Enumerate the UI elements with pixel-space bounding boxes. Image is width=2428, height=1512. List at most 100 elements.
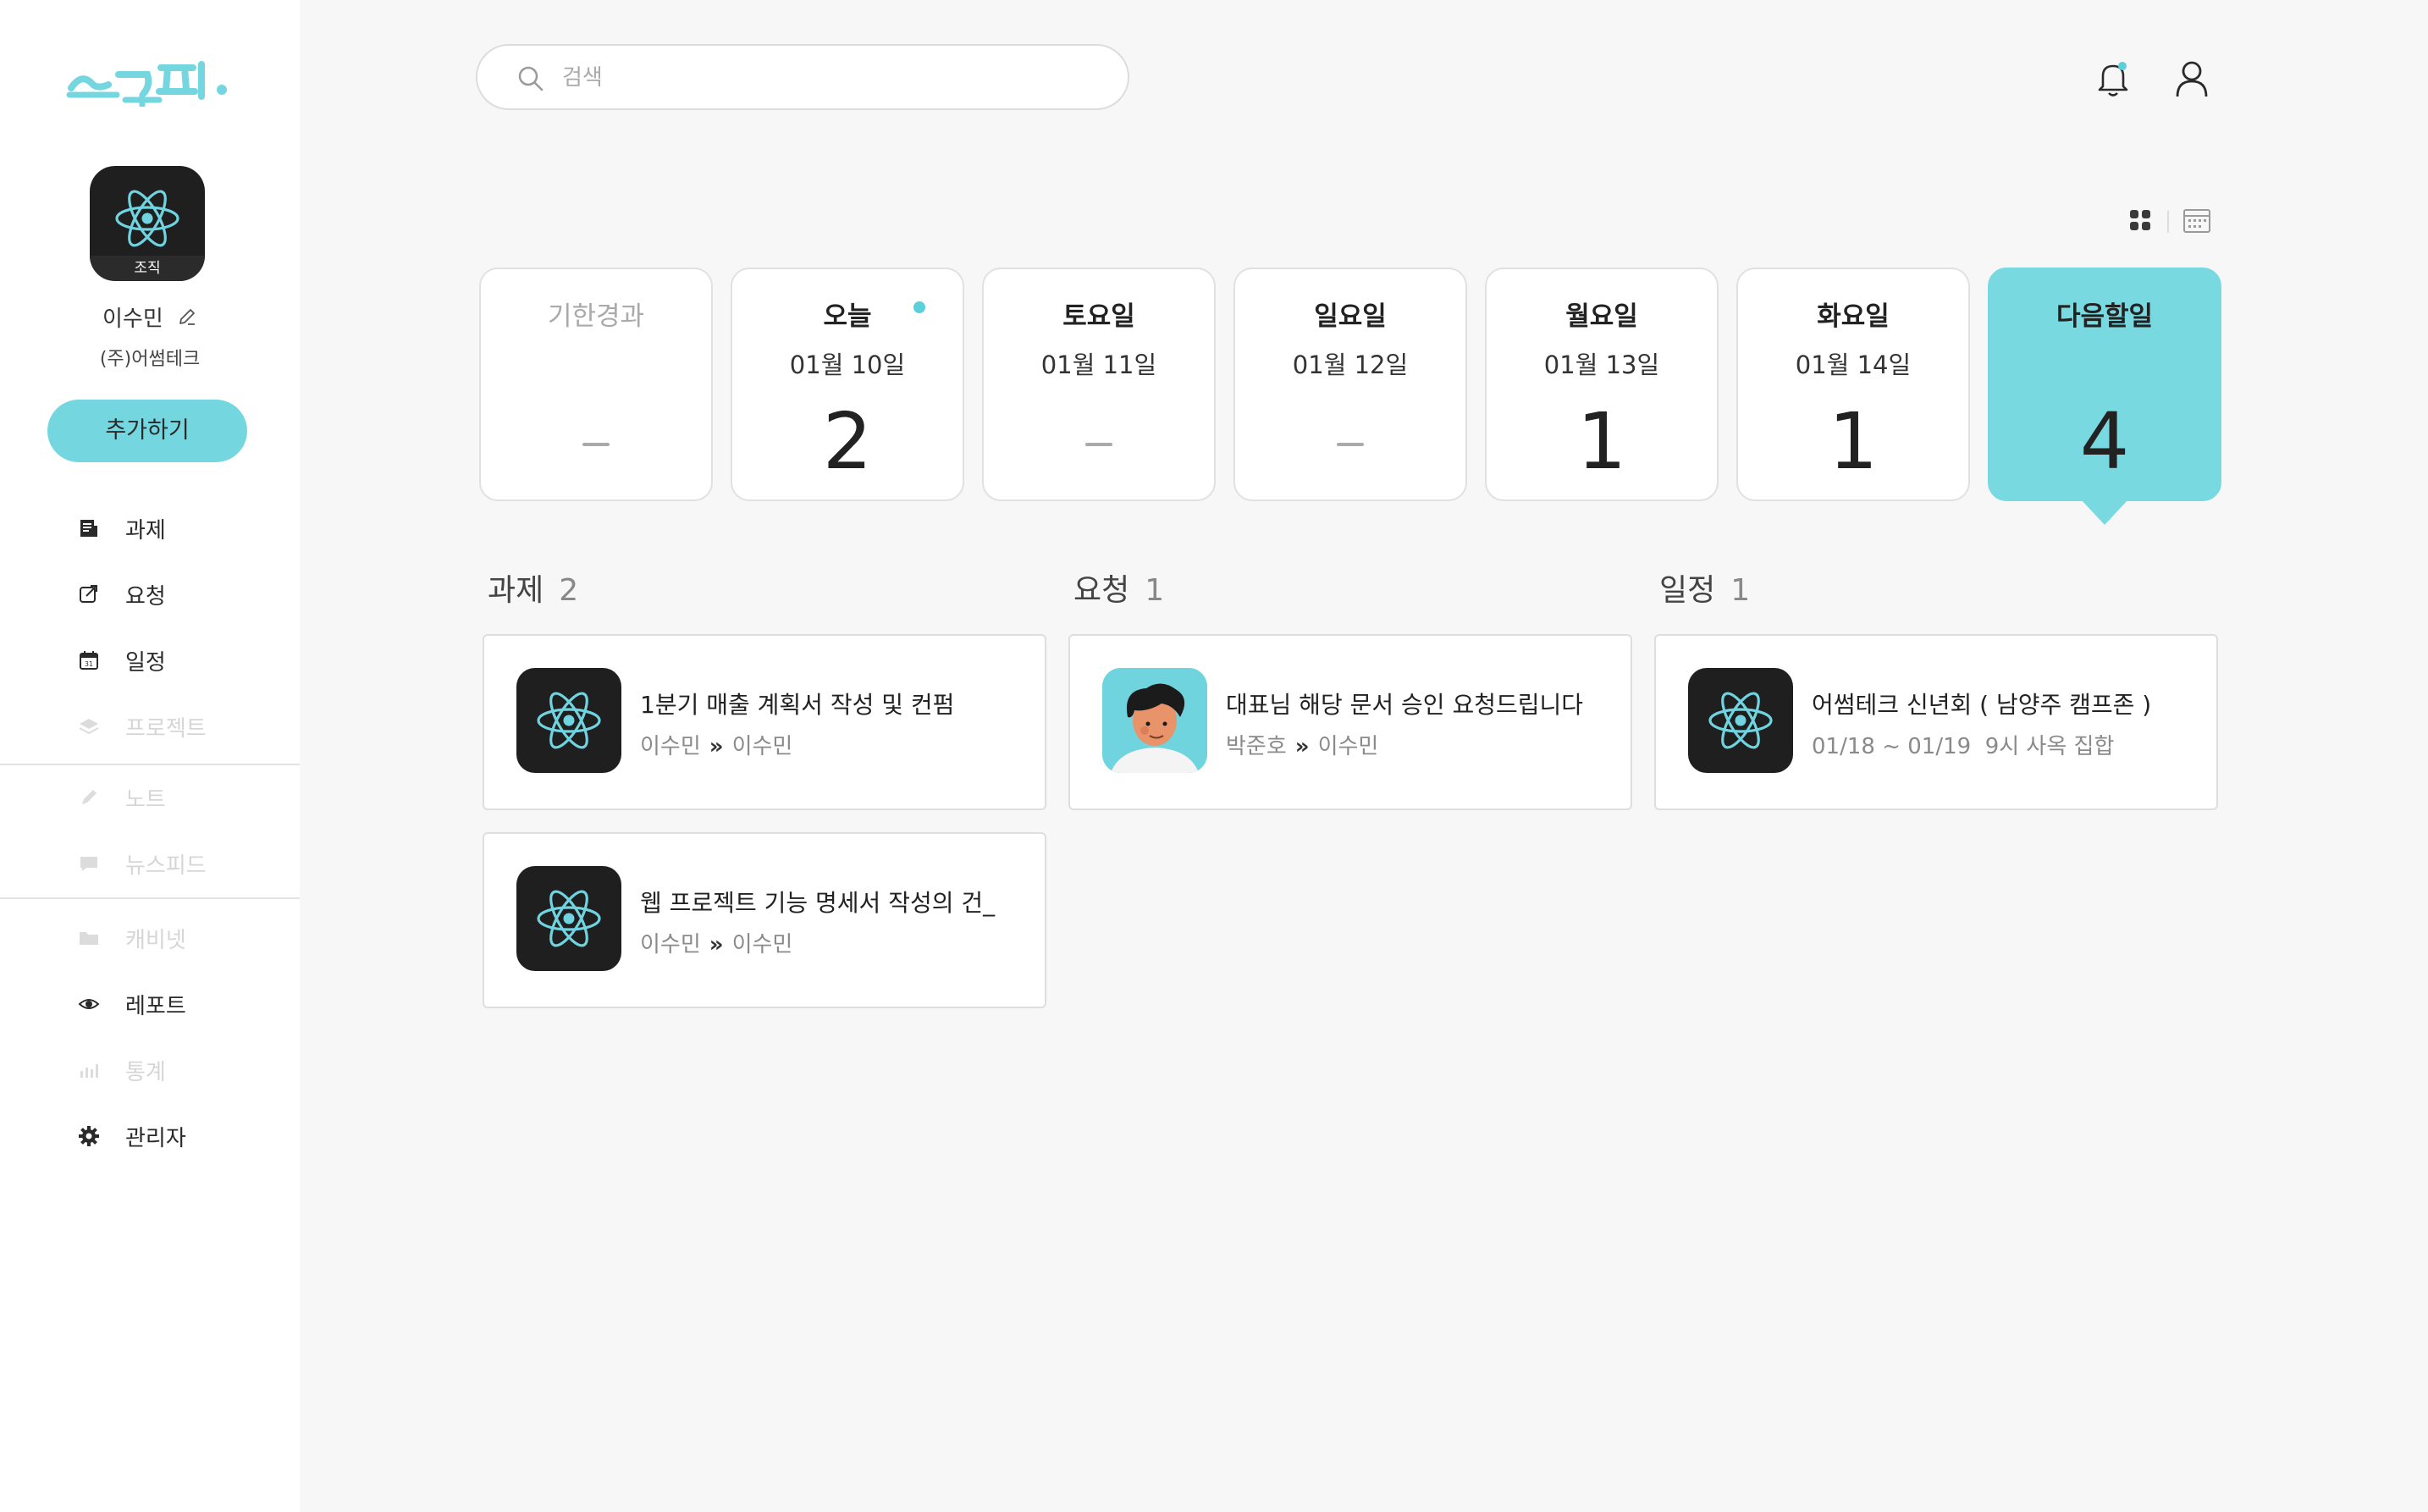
eye-icon — [76, 991, 102, 1017]
sidebar-item-stats[interactable]: 통계 — [76, 1053, 166, 1087]
pen-icon — [76, 785, 102, 810]
schedule-card[interactable]: 어썸테크 신년회 ( 남양주 캠프존 ) 01/18 ~ 01/19 9시 사옥… — [1654, 634, 2218, 810]
request-card[interactable]: 대표님 해당 문서 승인 요청드립니다 박준호 » 이수민 — [1068, 634, 1632, 810]
day-card-monday[interactable]: 월요일 01월 13일 1 — [1485, 268, 1719, 501]
sidebar: 조직 이수민 (주)어썸테크 추가하기 과제 요청 31 일정 프로젝트 노트 … — [0, 0, 300, 1512]
sidebar-item-label: 노트 — [125, 786, 166, 813]
user-name-text: 이수민 — [102, 306, 163, 332]
search-icon — [516, 64, 545, 97]
section-count: 1 — [1145, 573, 1165, 608]
sidebar-item-label: 일정 — [125, 649, 166, 676]
requester: 박준호 — [1226, 734, 1287, 759]
day-count: 2 — [822, 396, 873, 487]
calendar-view-icon[interactable] — [2182, 207, 2211, 237]
section-header-tasks: 과제 2 — [488, 566, 578, 610]
sidebar-item-label: 과제 — [125, 517, 166, 544]
day-date: 01월 11일 — [1040, 350, 1157, 379]
user-name: 이수민 — [0, 301, 300, 333]
add-button[interactable]: 추가하기 — [47, 400, 247, 462]
empty-dash — [1085, 443, 1112, 446]
sidebar-item-schedule[interactable]: 31 일정 — [76, 643, 166, 677]
sidebar-item-label: 요청 — [125, 583, 166, 610]
section-label: 과제 — [488, 573, 544, 608]
task-card[interactable]: 웹 프로젝트 기능 명세서 작성의 건_ 이수민 » 이수민 — [483, 832, 1046, 1008]
toggle-separator — [2167, 211, 2169, 233]
bell-icon[interactable] — [2094, 59, 2132, 102]
project-thumbnail — [1688, 668, 1793, 773]
day-name: 토요일 — [1062, 301, 1135, 332]
recipient: 이수민 — [1317, 734, 1379, 759]
empty-dash — [582, 443, 610, 446]
react-icon — [115, 190, 179, 247]
search-input[interactable] — [562, 61, 1070, 95]
folder-icon — [76, 925, 102, 951]
assignee: 이수민 — [731, 932, 793, 957]
today-indicator-dot — [913, 301, 925, 313]
arrow-separator: » — [709, 932, 724, 957]
org-tag: 조직 — [90, 256, 205, 281]
event-date-range: 01/18 ~ 01/19 — [1812, 734, 1972, 759]
sidebar-item-label: 통계 — [125, 1059, 166, 1085]
sidebar-item-tasks[interactable]: 과제 — [76, 511, 166, 545]
sidebar-item-projects[interactable]: 프로젝트 — [76, 709, 207, 743]
day-date: 01월 12일 — [1292, 350, 1409, 379]
assignee: 이수민 — [731, 734, 793, 759]
card-title: 1분기 매출 계획서 작성 및 컨펌 — [640, 691, 955, 719]
day-card-next[interactable]: 다음할일 4 — [1988, 268, 2221, 525]
card-title: 대표님 해당 문서 승인 요청드립니다 — [1226, 691, 1584, 719]
sidebar-item-label: 프로젝트 — [125, 715, 207, 742]
card-assignees: 이수민 » 이수민 — [640, 729, 792, 760]
sidebar-item-label: 레포트 — [125, 993, 186, 1019]
sidebar-item-report[interactable]: 레포트 — [76, 987, 186, 1021]
day-name: 오늘 — [823, 301, 872, 332]
card-title: 어썸테크 신년회 ( 남양주 캠프존 ) — [1812, 691, 2152, 719]
active-pointer — [2081, 499, 2128, 525]
project-thumbnail — [516, 866, 621, 971]
card-assignees: 박준호 » 이수민 — [1226, 729, 1378, 760]
day-card-tuesday[interactable]: 화요일 01월 14일 1 — [1736, 268, 1970, 501]
section-label: 일정 — [1659, 573, 1716, 608]
org-avatar[interactable]: 조직 — [90, 166, 205, 281]
react-icon — [537, 890, 601, 947]
view-toggle — [2128, 207, 2211, 237]
search-bar — [476, 44, 1129, 110]
card-title: 웹 프로젝트 기능 명세서 작성의 건_ — [640, 889, 996, 917]
arrow-separator: » — [1294, 734, 1310, 759]
day-name: 다음할일 — [2056, 301, 2154, 332]
task-card[interactable]: 1분기 매출 계획서 작성 및 컨펌 이수민 » 이수민 — [483, 634, 1046, 810]
day-card-sunday[interactable]: 일요일 01월 12일 — [1233, 268, 1467, 501]
grid-view-icon[interactable] — [2128, 208, 2152, 235]
document-icon — [76, 516, 102, 541]
day-count: 1 — [1828, 396, 1879, 487]
day-card-saturday[interactable]: 토요일 01월 11일 — [982, 268, 1216, 501]
section-count: 1 — [1730, 573, 1751, 608]
share-square-icon — [76, 582, 102, 607]
day-name: 화요일 — [1817, 301, 1890, 332]
event-details: 01/18 ~ 01/19 9시 사옥 집합 — [1812, 729, 2114, 760]
card-assignees: 이수민 » 이수민 — [640, 927, 792, 958]
sidebar-item-cabinet[interactable]: 캐비넷 — [76, 921, 186, 955]
sidebar-item-newsfeed[interactable]: 뉴스피드 — [76, 847, 207, 880]
day-card-overdue[interactable]: 기한경과 — [479, 268, 713, 501]
assigner: 이수민 — [640, 932, 701, 957]
react-icon — [1708, 692, 1773, 749]
day-count: 1 — [1576, 396, 1627, 487]
section-header-requests: 요청 1 — [1073, 566, 1164, 610]
section-header-schedule: 일정 1 — [1659, 566, 1750, 610]
arrow-separator: » — [709, 734, 724, 759]
react-icon — [537, 692, 601, 749]
sidebar-item-admin[interactable]: 관리자 — [76, 1119, 186, 1153]
requester-avatar — [1102, 668, 1207, 773]
day-card-today[interactable]: 오늘 01월 10일 2 — [731, 268, 964, 501]
brand-logo[interactable] — [66, 56, 232, 107]
user-icon[interactable] — [2174, 59, 2210, 102]
edit-pencil-icon[interactable] — [177, 306, 197, 333]
sidebar-item-label: 캐비넷 — [125, 927, 186, 953]
project-thumbnail — [516, 668, 621, 773]
sidebar-item-notes[interactable]: 노트 — [76, 781, 166, 814]
event-note: 9시 사옥 집합 — [1984, 734, 2115, 759]
layers-icon — [76, 714, 102, 739]
assigner: 이수민 — [640, 734, 701, 759]
sidebar-item-requests[interactable]: 요청 — [76, 577, 166, 611]
day-name: 기한경과 — [547, 301, 645, 332]
